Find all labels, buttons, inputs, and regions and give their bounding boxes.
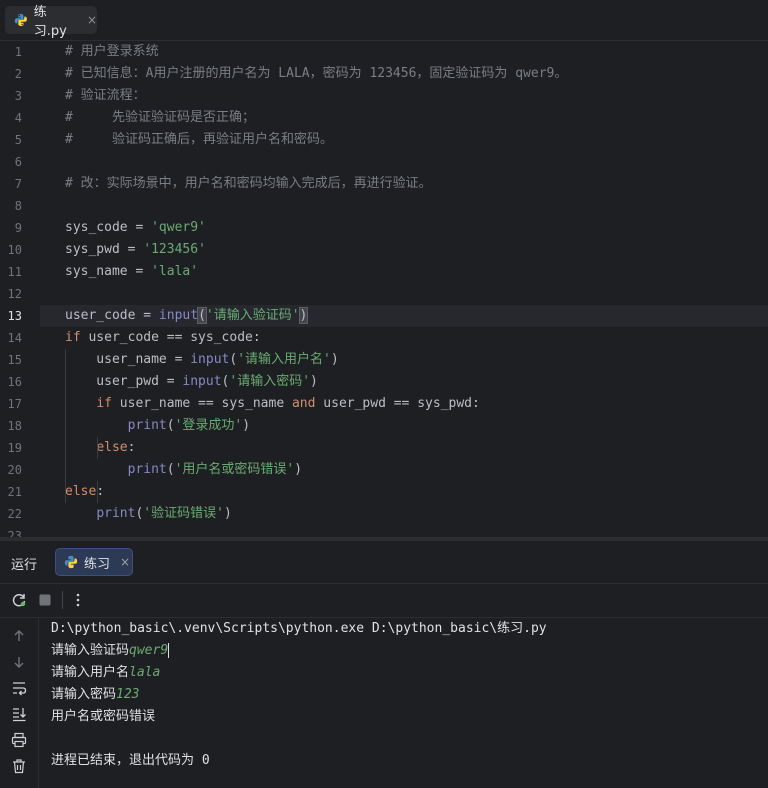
python-icon: [64, 555, 78, 569]
console-user-input: qwer9: [129, 643, 169, 658]
console-prompt: 请输入密码: [51, 687, 117, 702]
run-tab-label: 练习: [84, 556, 111, 572]
line-number: 23: [7, 529, 22, 537]
code-line: # 验证流程：: [65, 88, 146, 103]
line-number: 21: [7, 485, 22, 499]
code-line: print('登录成功'): [127, 418, 251, 433]
toolbar-separator: [62, 591, 63, 609]
text-caret: [168, 643, 170, 658]
run-panel-title: 运行: [11, 558, 38, 573]
line-number: 12: [7, 287, 22, 301]
line-number: 16: [7, 375, 22, 389]
line-number: 1: [14, 45, 22, 59]
editor-tab-label: 练习.py: [33, 5, 67, 39]
line-number: 2: [14, 67, 22, 81]
soft-wrap-icon[interactable]: [10, 679, 28, 697]
console-command-line: D:\python_basic\.venv\Scripts\python.exe…: [51, 621, 547, 636]
editor-tab-bar: 练习.py ×: [0, 0, 768, 41]
print-icon[interactable]: [10, 731, 28, 749]
console-user-input: lala: [129, 665, 161, 680]
arrow-down-icon[interactable]: [10, 653, 28, 671]
code-line: else:: [96, 440, 136, 455]
code-line: # 已知信息：A用户注册的用户名为 LALA，密码为 123456，固定验证码为…: [65, 66, 568, 81]
code-line: if user_name == sys_name and user_pwd ==…: [96, 396, 480, 411]
code-line: if user_code == sys_code:: [65, 330, 261, 345]
code-line: user_code = input('请输入验证码'): [65, 307, 309, 324]
line-number-gutter: 1 2 3 4 5 6 7 8 9 10 11 12 13 14 15 16 17 18 19 20 21 22 23: [0, 41, 40, 537]
run-panel-header: 运行 练习 ×: [0, 541, 768, 584]
arrow-up-icon[interactable]: [10, 627, 28, 645]
code-line: sys_code = 'qwer9': [65, 220, 206, 235]
line-number: 9: [14, 221, 22, 235]
line-number: 8: [14, 199, 22, 213]
python-icon: [14, 13, 27, 27]
line-number: 5: [14, 133, 22, 147]
code-line: print('验证码错误'): [96, 506, 232, 521]
line-number: 22: [7, 507, 22, 521]
line-number: 6: [14, 155, 22, 169]
stop-icon[interactable]: [37, 592, 53, 608]
code-line: sys_pwd = '123456': [65, 242, 206, 257]
line-number: 19: [7, 441, 22, 455]
line-number: 14: [7, 331, 22, 345]
code-line: # 用户登录系统: [65, 44, 159, 59]
code-line: # 验证码正确后，再验证用户名和密码。: [65, 132, 333, 147]
close-icon[interactable]: ×: [120, 555, 130, 569]
code-line: sys_name = 'lala': [65, 264, 199, 279]
line-number: 13: [7, 309, 22, 323]
line-number: 7: [14, 177, 22, 191]
console-input-line: 请输入用户名lala: [51, 662, 160, 684]
code-line: print('用户名或密码错误'): [127, 462, 303, 477]
line-number: 4: [14, 111, 22, 125]
more-vertical-icon[interactable]: [70, 592, 86, 608]
code-line: user_name = input('请输入用户名'): [65, 352, 339, 367]
run-config-tab[interactable]: 练习 ×: [55, 548, 133, 576]
console-input-line: 请输入验证码qwer9: [51, 640, 170, 662]
code-line: user_pwd = input('请输入密码'): [65, 374, 318, 389]
console-input-line: 请输入密码123: [51, 684, 140, 706]
line-number: 11: [7, 265, 22, 279]
close-icon[interactable]: ×: [87, 13, 97, 27]
code-line: # 改：实际场景中，用户名和密码均输入完成后，再进行验证。: [65, 176, 432, 191]
indent-guide: [65, 349, 66, 503]
console-user-input: 123: [116, 687, 140, 702]
line-number: 15: [7, 353, 22, 367]
line-number: 10: [7, 243, 22, 257]
rerun-icon[interactable]: [11, 592, 27, 608]
indent-guide: [97, 437, 98, 459]
line-number: 20: [7, 463, 22, 477]
console-exit-line: 进程已结束，退出代码为 0: [51, 753, 210, 768]
scroll-to-end-icon[interactable]: [10, 705, 28, 723]
run-toolbar: [0, 584, 768, 618]
line-number: 17: [7, 397, 22, 411]
console-prompt: 请输入验证码: [51, 643, 130, 658]
line-number: 3: [14, 89, 22, 103]
code-line: else:: [65, 484, 105, 499]
indent-guide: [97, 481, 98, 503]
console-side-toolbar: [0, 618, 39, 788]
code-line: # 先验证验证码是否正确；: [65, 110, 255, 125]
line-number: 18: [7, 419, 22, 433]
console-output[interactable]: D:\python_basic\.venv\Scripts\python.exe…: [38, 618, 768, 788]
code-editor[interactable]: 1 2 3 4 5 6 7 8 9 10 11 12 13 14 15 16 17 18 19 20 21 22 23 # …: [0, 41, 768, 537]
console-prompt: 请输入用户名: [51, 665, 130, 680]
editor-tab[interactable]: 练习.py ×: [5, 5, 97, 39]
trash-icon[interactable]: [10, 757, 28, 775]
console-result-line: 用户名或密码错误: [51, 709, 156, 724]
